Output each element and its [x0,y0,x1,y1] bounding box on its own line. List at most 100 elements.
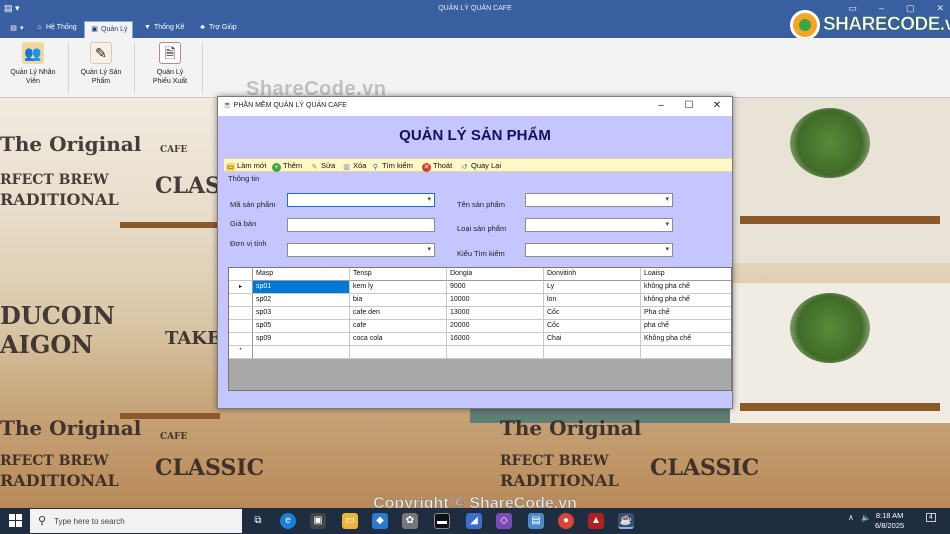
app-icon[interactable]: ▲ [588,513,604,529]
dialog-title: ☕ PHẦN MỀM QUẢN LÝ QUÁN CAFE [223,102,347,109]
table-cell[interactable]: Cốc [544,307,641,320]
ribbon-button-quan-ly-phieu-xuat[interactable]: 🗎 Quản Lý Phiếu Xuất [140,42,200,86]
wallpaper-text: RFECT BREW [0,453,109,469]
tab-quan-ly[interactable]: ▣ Quản Lý [84,21,134,38]
notification-icon[interactable]: 4 [926,513,936,522]
table-cell[interactable]: cafe [350,320,447,333]
table-cell[interactable]: không pha chế [641,294,731,307]
app-icon[interactable]: ▤ [528,513,544,529]
loai-san-pham-combobox[interactable]: ▾ [525,218,673,232]
table-row[interactable]: sp03 cafe den 13000 Cốc Pha chế [229,307,731,320]
cafe-app-icon[interactable]: ☕ [618,513,634,529]
table-cell[interactable]: pha chế [641,320,731,333]
table-cell[interactable]: Pha chế [641,307,731,320]
clock[interactable]: 8:18 AM 6/8/2025 [875,511,904,531]
lam-moi-button[interactable]: ▭ Làm mới [226,161,267,172]
column-header-masp[interactable]: Masp [253,268,350,281]
quay-lai-button[interactable]: ↺ Quay Lại [460,161,501,172]
table-row[interactable]: ▸ sp01 kem ly 9000 Ly không pha chế [229,281,731,294]
dialog-maximize-icon[interactable]: ☐ [674,99,704,114]
tray-overflow-icon[interactable]: ∧ [848,513,854,522]
row-selector[interactable] [229,294,253,307]
kieu-tim-kiem-combobox[interactable]: ▾ [525,243,673,257]
column-header-tensp[interactable]: Tensp [350,268,447,281]
exit-icon: ✕ [422,163,431,172]
row-selector-new[interactable]: * [229,346,253,359]
logo-text: SHARECODE.vn [823,14,950,36]
tab-tro-giup[interactable]: ♣ Trợ Giúp [193,21,242,38]
table-cell[interactable] [641,346,731,359]
table-cell[interactable]: 10000 [447,294,544,307]
task-view-icon[interactable]: ⧉ [250,513,266,529]
table-cell[interactable]: sp09 [253,333,350,346]
table-cell[interactable]: coca cola [350,333,447,346]
tim-kiem-button[interactable]: ⚲ Tìm kiếm [371,161,413,172]
chart-icon: ▼ [144,24,151,31]
column-header-loaisp[interactable]: Loaisp [641,268,731,281]
them-button[interactable]: + Thêm [272,161,302,172]
table-cell[interactable] [447,346,544,359]
ten-san-pham-combobox[interactable]: ▾ [525,193,673,207]
table-cell[interactable]: sp01 [253,281,350,294]
table-cell[interactable]: Cốc [544,320,641,333]
table-cell[interactable]: kem ly [350,281,447,294]
store-icon[interactable]: ▣ [310,513,326,529]
table-cell[interactable]: cafe den [350,307,447,320]
thoat-button[interactable]: ✕ Thoát [422,161,452,172]
visual-studio-icon[interactable]: ◇ [496,513,512,529]
chrome-icon[interactable]: ● [558,513,574,529]
tab-he-thong[interactable]: ⌂ Hệ Thống [30,21,82,38]
product-data-grid[interactable]: Masp Tensp Dongia Donvitinh Loaisp ▸ sp0… [228,267,732,391]
sua-button[interactable]: ✎ Sửa [310,161,336,172]
speaker-icon[interactable]: 🔈 [861,513,871,522]
table-cell[interactable]: Không pha chế [641,333,731,346]
row-selector[interactable] [229,333,253,346]
don-vi-tinh-combobox[interactable]: ▾ [287,243,435,257]
table-cell[interactable]: 9000 [447,281,544,294]
xoa-button[interactable]: ▥ Xóa [342,161,366,172]
don-vi-tinh-label: Đơn vị tính [230,239,267,248]
new-row[interactable]: * [229,346,731,359]
table-cell[interactable]: Chai [544,333,641,346]
vscode-icon[interactable]: ◆ [372,513,388,529]
ribbon-button-quan-ly-san-pham[interactable]: ✎ Quản Lý Sản Phẩm [71,42,131,86]
dialog-minimize-icon[interactable]: – [646,99,676,114]
ribbon-menu-button[interactable]: ▤ ▾ [4,21,29,38]
table-cell[interactable]: sp02 [253,294,350,307]
table-cell[interactable]: sp05 [253,320,350,333]
table-cell[interactable]: lon [544,294,641,307]
table-cell[interactable] [544,346,641,359]
row-selector-current[interactable]: ▸ [229,281,253,294]
column-header-dongia[interactable]: Dongia [447,268,544,281]
taskbar-search-box[interactable]: ⚲ Type here to search [30,509,242,533]
table-cell[interactable]: 20000 [447,320,544,333]
table-cell[interactable]: 16000 [447,333,544,346]
tab-thong-ke[interactable]: ▼ Thống Kê [138,21,189,38]
ribbon-button-label: Quản Lý Nhân Viên [10,69,56,85]
table-cell[interactable]: 13000 [447,307,544,320]
ma-san-pham-combobox[interactable]: ▾ [287,193,435,207]
terminal-icon[interactable]: ▬ [434,513,450,529]
table-row[interactable]: sp05 cafe 20000 Cốc pha chế [229,320,731,333]
row-selector[interactable] [229,320,253,333]
column-header-donvitinh[interactable]: Donvitinh [544,268,641,281]
table-row[interactable]: sp09 coca cola 16000 Chai Không pha chế [229,333,731,346]
table-row[interactable]: sp02 bia 10000 lon không pha chế [229,294,731,307]
table-cell[interactable]: sp03 [253,307,350,320]
chevron-down-icon: ▾ [665,196,669,203]
edge-icon[interactable]: e [280,513,296,529]
table-cell[interactable] [350,346,447,359]
app-icon[interactable]: ◢ [466,513,482,529]
gia-ban-input[interactable] [287,218,435,232]
table-cell[interactable] [253,346,350,359]
table-cell[interactable]: Ly [544,281,641,294]
app-icon[interactable]: ✿ [402,513,418,529]
row-selector[interactable] [229,307,253,320]
dialog-close-icon[interactable]: ✕ [702,99,732,114]
clock-time: 8:18 AM [875,511,904,520]
ribbon-button-quan-ly-nhan-vien[interactable]: 👥 Quản Lý Nhân Viên [4,42,62,86]
start-button[interactable] [9,514,22,527]
table-cell[interactable]: không pha chế [641,281,731,294]
file-explorer-icon[interactable]: ▭ [342,513,358,529]
table-cell[interactable]: bia [350,294,447,307]
